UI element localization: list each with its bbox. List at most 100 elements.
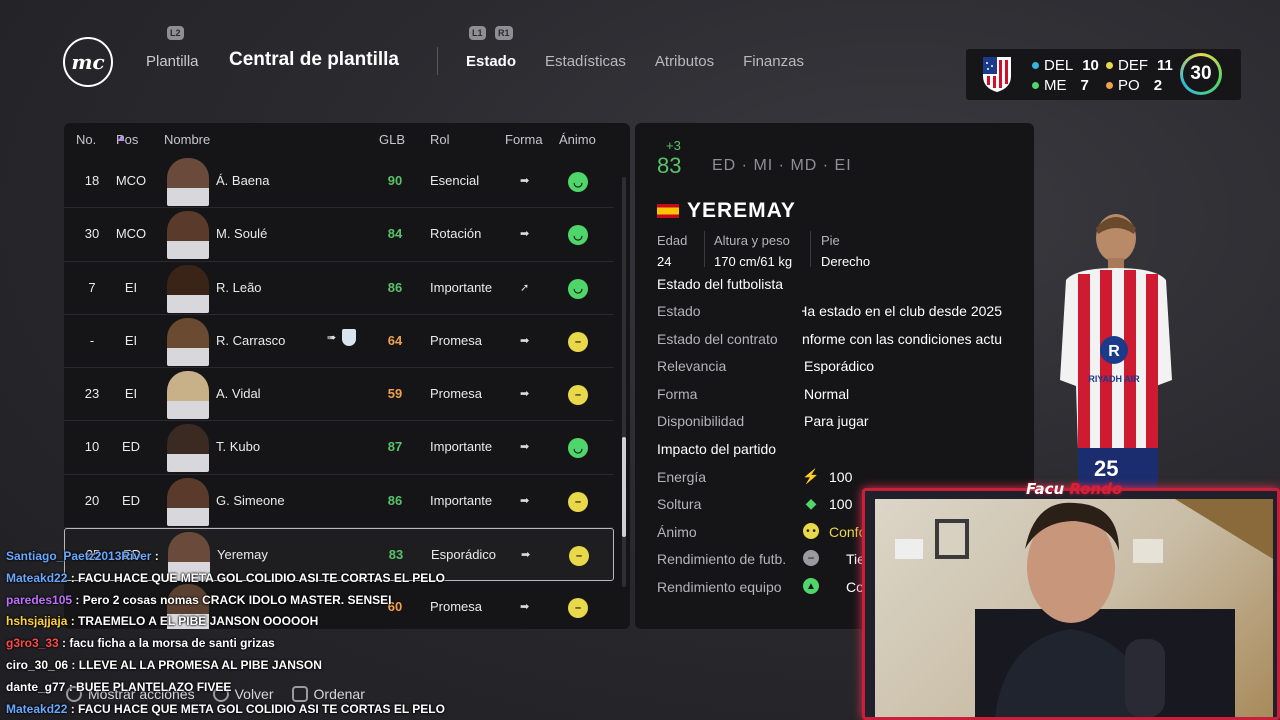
- list-scrollbar[interactable]: [622, 177, 626, 587]
- animo-value: Confo: [829, 524, 867, 540]
- label-last: Rondo: [1069, 480, 1123, 498]
- col-nombre[interactable]: Nombre: [164, 132, 210, 147]
- form-arrow-icon: ➡: [520, 175, 530, 187]
- disponibilidad-value: Para jugar: [804, 413, 869, 429]
- tab-bar: Estado Estadísticas Atributos Finanzas: [466, 53, 804, 70]
- player-role: Esencial: [430, 173, 480, 188]
- r1-button-hint: R1: [495, 26, 513, 40]
- chat-message: paredes105 : Pero 2 cosas nomas CRACK ID…: [6, 592, 392, 607]
- form-arrow-icon: ➡: [521, 549, 531, 562]
- col-animo[interactable]: Ánimo: [559, 132, 596, 147]
- webcam-video: [875, 499, 1273, 717]
- form-arrow-icon: ➡: [520, 228, 530, 241]
- player-position: EI: [124, 332, 138, 348]
- col-forma[interactable]: Forma: [505, 132, 543, 147]
- height-label: Altura y peso: [714, 233, 790, 248]
- sort-up-icon: ▲: [116, 132, 127, 144]
- player-row[interactable]: - EI R. Carrasco ➠ 64 Promesa ➡ –: [64, 315, 614, 369]
- happy-face-icon: ◡: [568, 278, 588, 299]
- player-name: G. Simeone: [216, 492, 285, 508]
- chat-username: dante_g77: [6, 679, 66, 694]
- player-name: T. Kubo: [216, 439, 261, 455]
- player-row[interactable]: 18 MCO Á. Baena 90 Esencial ➡ ◡: [64, 155, 614, 209]
- webcam-overlay: Facu Rondo: [862, 480, 1280, 720]
- player-rating: 64: [387, 332, 403, 348]
- soltura-key: Soltura: [657, 496, 702, 512]
- nav-divider: [437, 47, 438, 75]
- estado-key: Estado: [657, 303, 701, 319]
- estado-value: Ha estado en el club desde 2025: [802, 303, 1002, 319]
- player-row[interactable]: 20 ED G. Simeone 86 Importante ➡ –: [64, 475, 614, 529]
- nav-plantilla[interactable]: Plantilla: [146, 53, 199, 70]
- player-number: 7: [88, 279, 96, 295]
- thumbs-up-icon: ▲: [803, 578, 819, 594]
- player-row[interactable]: 30 MCO M. Soulé 84 Rotación ➡ ◡: [64, 208, 614, 262]
- chat-text: TRAEMELO A EL PIBE JANSON OOOOOH: [78, 614, 319, 629]
- app-logo: mc: [63, 37, 113, 87]
- webcam-label: Facu Rondo: [1026, 480, 1122, 498]
- chat-username: hshsjajjaja: [6, 614, 68, 629]
- player-role: Importante: [430, 279, 493, 295]
- foot-label: Pie: [821, 233, 840, 248]
- section-impacto: Impacto del partido: [657, 441, 777, 457]
- rend-futb-key: Rendimiento de futb.: [657, 551, 787, 567]
- tab-finanzas[interactable]: Finanzas: [743, 53, 804, 70]
- relevancia-value: Esporádico: [804, 358, 875, 374]
- form-arrow-icon: ➡: [520, 388, 530, 401]
- player-name-row: YEREMAY: [657, 199, 796, 223]
- shirt-number: 25: [1094, 456, 1118, 481]
- disponibilidad-key: Disponibilidad: [657, 413, 745, 429]
- neutral-face-icon: • •: [803, 523, 819, 539]
- tab-atributos[interactable]: Atributos: [655, 53, 714, 70]
- ovr-change: +3: [666, 138, 681, 153]
- player-portrait: [167, 317, 209, 366]
- player-rating: 86: [387, 279, 403, 295]
- page-title: Central de plantilla: [229, 49, 399, 70]
- pos-count: 11: [1157, 56, 1173, 74]
- player-name: R. Leão: [216, 279, 262, 295]
- col-glb[interactable]: GLB: [379, 132, 405, 147]
- age-value: 24: [657, 254, 672, 269]
- foot-value: Derecho: [821, 254, 871, 269]
- form-arrow-icon: ➡: [520, 334, 530, 347]
- pos-label: PO: [1118, 76, 1140, 94]
- player-role: Rotación: [430, 226, 482, 242]
- chat-text: Pero 2 cosas nomas CRACK IDOLO MASTER. S…: [82, 592, 392, 607]
- club-badge-icon: [342, 328, 357, 346]
- neutral-face-icon: –: [568, 491, 588, 512]
- chat-message: ciro_30_06 : LLEVE AL LA PROMESA AL PIBE…: [6, 657, 322, 672]
- player-row[interactable]: 10 ED T. Kubo 87 Importante ➡ ◡: [64, 421, 614, 475]
- player-name: R. Carrasco: [216, 332, 286, 348]
- chat-username: Santiago_Paetz2013River: [6, 549, 152, 563]
- atletico-madrid-crest-icon: [983, 57, 1011, 92]
- player-name: A. Vidal: [216, 386, 261, 402]
- happy-face-icon: ◡: [568, 172, 588, 192]
- col-rol[interactable]: Rol: [430, 132, 450, 147]
- scrollbar-thumb[interactable]: [622, 437, 626, 537]
- tab-estado[interactable]: Estado: [466, 53, 516, 70]
- l2-button-hint: L2: [167, 26, 184, 40]
- squad-total: 30: [1180, 53, 1222, 95]
- contrato-value: Conforme con las condiciones actu: [802, 331, 1002, 347]
- player-row[interactable]: 7 EI R. Leão 86 Importante ➚ ◡: [64, 262, 614, 315]
- player-role: Importante: [430, 439, 493, 455]
- pos-label: ME: [1044, 76, 1067, 94]
- chat-text: BUEE PLANTELAZO FIVEE: [76, 679, 232, 694]
- animo-key: Ánimo: [657, 524, 697, 540]
- col-no[interactable]: No.: [76, 132, 96, 147]
- player-role: Promesa: [430, 386, 483, 402]
- neutral-face-icon: –: [568, 598, 588, 619]
- list-header: No. Pos ▲ Nombre GLB Rol Forma Ánimo: [64, 132, 630, 152]
- player-number: 30: [84, 226, 100, 242]
- chat-username: g3ro3_33: [6, 636, 59, 651]
- player-portrait: [167, 371, 209, 420]
- energia-value: 100: [829, 469, 853, 485]
- form-arrow-icon: ➡: [520, 494, 530, 507]
- chat-text: FACU HACE QUE META GOL COLIDIO ASI TE CO…: [78, 701, 445, 716]
- chat-username: paredes105: [6, 592, 73, 607]
- player-rating: 84: [387, 226, 403, 242]
- tab-estadisticas[interactable]: Estadísticas: [545, 53, 626, 70]
- contrato-key: Estado del contrato: [657, 331, 778, 347]
- player-row[interactable]: 23 EI A. Vidal 59 Promesa ➡ –: [64, 368, 614, 422]
- player-name: YEREMAY: [687, 199, 796, 222]
